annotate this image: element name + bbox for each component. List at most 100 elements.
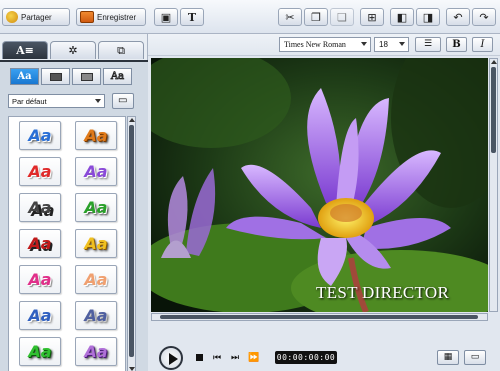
text-style-preset[interactable]: Aa	[19, 265, 61, 294]
bold-label: B	[452, 39, 461, 50]
next-frame-button[interactable]: ⏭	[228, 352, 242, 363]
playback-controls: ⏮ ⏭ ⏩ 00:00:00:00 ▦ ▭	[148, 344, 500, 371]
text-style-preset[interactable]: Aa	[19, 229, 61, 258]
bring-forward-button[interactable]: ◧	[390, 8, 414, 26]
text-tab-icon: A≡	[16, 44, 34, 57]
text-tool-icon: T	[187, 10, 197, 24]
preview-vertical-scrollbar[interactable]	[489, 58, 498, 312]
tab-shapes[interactable]: ⧉	[98, 41, 144, 59]
text-style-preset[interactable]: Aa	[75, 265, 117, 294]
font-size-select[interactable]: 18	[374, 37, 409, 52]
panel-body: Aa Aa Par défaut ▭ Aa Aa Aa Aa Aa Aa Aa Aa Aa Aa A…	[0, 60, 148, 371]
font-family-value: Times New Roman	[284, 40, 346, 49]
style-grid: Aa Aa Aa Aa Aa Aa Aa Aa Aa Aa Aa Aa Aa Aa	[8, 116, 126, 371]
preset-value: Par défaut	[12, 96, 47, 106]
shapes-tab-icon: ⧉	[117, 43, 125, 57]
cut-icon: ✂	[285, 10, 295, 24]
text-style-preset[interactable]: Aa	[19, 157, 61, 186]
timecode-display: 00:00:00:00	[275, 351, 337, 364]
paste-button[interactable]: ❏	[330, 8, 354, 26]
bold-button[interactable]: B	[446, 37, 467, 52]
text-style-preset[interactable]: Aa	[75, 229, 117, 258]
scroll-thumb[interactable]	[129, 125, 134, 357]
play-button[interactable]	[159, 346, 183, 370]
subtab-text-fill[interactable]: Aa	[10, 68, 39, 85]
font-family-select[interactable]: Times New Roman	[279, 37, 371, 52]
text-style-preset[interactable]: Aa	[75, 337, 117, 366]
text-style-preset[interactable]: Aa	[19, 337, 61, 366]
screen-icon: ▭	[470, 352, 480, 362]
scroll-thumb[interactable]	[491, 67, 496, 153]
preset-manage-button[interactable]: ▭	[112, 93, 134, 109]
italic-button[interactable]: I	[472, 37, 493, 52]
save-label: Enregistrer	[97, 12, 137, 22]
grid-icon: ▦	[443, 352, 453, 362]
shadow-icon	[49, 72, 62, 81]
text-style-preset[interactable]: Aa	[75, 301, 117, 330]
screen-view-button[interactable]: ▭	[464, 350, 486, 365]
styles-panel: A≡ ✲ ⧉ Aa Aa Par défaut ▭ Aa Aa Aa Aa Aa Aa Aa…	[0, 34, 148, 371]
copy-icon: ❐	[311, 10, 321, 24]
text-style-sample: Aa	[28, 270, 52, 289]
align-left-icon: ☰	[423, 39, 433, 49]
stop-button[interactable]	[194, 352, 204, 363]
tab-text[interactable]: A≡	[2, 41, 48, 59]
next-frame-icon: ⏭	[230, 352, 240, 363]
send-backward-icon: ◨	[422, 10, 434, 24]
image-text-button[interactable]: ▣	[154, 8, 178, 26]
text-style-preset[interactable]: Aa	[75, 157, 117, 186]
video-preview[interactable]: TEST DIRECTOR	[151, 58, 488, 312]
text-style-preset[interactable]: Aa	[19, 121, 61, 150]
lotus-photo	[151, 58, 488, 312]
previous-frame-button[interactable]: ⏮	[210, 352, 224, 363]
subtab-shadow[interactable]	[41, 68, 70, 85]
undo-icon: ↶	[453, 10, 463, 24]
save-button[interactable]: Enregistrer	[76, 8, 146, 26]
share-button[interactable]: Partager	[2, 8, 70, 26]
redo-icon: ↷	[479, 10, 489, 24]
title-caption[interactable]: TEST DIRECTOR	[316, 283, 449, 303]
tab-effects[interactable]: ✲	[50, 41, 96, 59]
text-style-sample: Aa	[84, 270, 108, 289]
grid-view-button[interactable]: ▦	[437, 350, 459, 365]
copy-button[interactable]: ❐	[304, 8, 328, 26]
subtab-outline[interactable]: Aa	[103, 68, 132, 85]
fast-forward-icon: ⏩	[248, 352, 260, 363]
fast-forward-button[interactable]: ⏩	[246, 352, 262, 363]
text-style-sample: Aa	[84, 234, 108, 253]
previous-frame-icon: ⏮	[212, 352, 222, 363]
chevron-down-icon	[361, 42, 367, 46]
layout-button[interactable]: ⊞	[360, 8, 384, 26]
text-tool-button[interactable]: T	[180, 8, 204, 26]
text-style-preset[interactable]: Aa	[75, 193, 117, 222]
stop-icon	[195, 354, 203, 361]
undo-button[interactable]: ↶	[446, 8, 470, 26]
preview-horizontal-scrollbar[interactable]	[151, 313, 488, 321]
send-backward-button[interactable]: ◨	[416, 8, 440, 26]
scroll-thumb[interactable]	[160, 315, 478, 319]
style-grid-scrollbar[interactable]	[127, 116, 136, 371]
text-format-bar: Times New Roman 18 ☰ B I	[148, 34, 500, 56]
subtab-outline-label: Aa	[110, 71, 125, 83]
preset-select[interactable]: Par défaut	[8, 94, 105, 108]
text-style-sample: Aa	[28, 234, 52, 253]
text-style-preset[interactable]: Aa	[19, 193, 61, 222]
chevron-down-icon	[399, 42, 405, 46]
font-size-value: 18	[379, 40, 388, 49]
layout-icon: ⊞	[367, 10, 377, 24]
preview-area: TEST DIRECTOR	[148, 56, 500, 371]
text-style-sample: Aa	[28, 198, 52, 217]
subtab-background[interactable]	[72, 68, 101, 85]
redo-button[interactable]: ↷	[472, 8, 496, 26]
text-style-preset[interactable]: Aa	[19, 301, 61, 330]
image-text-icon: ▣	[160, 10, 172, 24]
text-style-sample: Aa	[84, 126, 108, 145]
panel-tabs: A≡ ✲ ⧉	[0, 38, 148, 60]
text-style-sample: Aa	[28, 162, 52, 181]
text-style-sample: Aa	[28, 342, 52, 361]
align-button[interactable]: ☰	[415, 37, 441, 52]
effects-tab-icon: ✲	[68, 44, 78, 57]
scroll-down-icon	[129, 367, 135, 371]
text-style-preset[interactable]: Aa	[75, 121, 117, 150]
cut-button[interactable]: ✂	[278, 8, 302, 26]
